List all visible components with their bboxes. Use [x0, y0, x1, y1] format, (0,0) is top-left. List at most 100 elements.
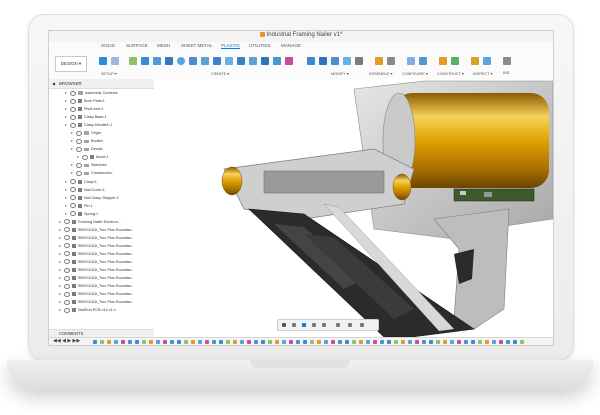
rib-icon[interactable] [201, 57, 209, 65]
timeline-feature-icon[interactable] [163, 340, 167, 344]
timeline-feature-icon[interactable] [247, 340, 251, 344]
timeline-feature-icon[interactable] [310, 340, 314, 344]
visibility-eye-icon[interactable] [64, 283, 70, 289]
web-icon[interactable] [213, 57, 221, 65]
joint-icon[interactable] [387, 57, 395, 65]
fillet-icon[interactable] [319, 57, 327, 65]
grid-settings-icon[interactable] [348, 323, 352, 327]
browser-tree-row[interactable]: ▸ Bodies [49, 137, 154, 145]
timeline-feature-icon[interactable] [513, 340, 517, 344]
browser-tree-row[interactable]: ▸ Construction [49, 169, 154, 177]
browser-tree-row[interactable]: ▸ Nail Clasp Stopper:1 [49, 194, 154, 202]
lip-groove-icon[interactable] [237, 57, 245, 65]
timeline-feature-icon[interactable] [198, 340, 202, 344]
timeline-feature-icon[interactable] [226, 340, 230, 344]
timeline-feature-icon[interactable] [191, 340, 195, 344]
visibility-eye-icon[interactable] [64, 227, 70, 233]
timeline-feature-icon[interactable] [478, 340, 482, 344]
timeline-feature-icon[interactable] [499, 340, 503, 344]
collapse-icon[interactable]: ◀ [52, 79, 55, 88]
visibility-eye-icon[interactable] [70, 122, 76, 128]
design-workspace-button[interactable]: DESIGN ▾ [55, 56, 87, 72]
visibility-eye-icon[interactable] [70, 187, 76, 193]
tab-solid[interactable]: SOLID [101, 43, 115, 48]
form-icon[interactable] [285, 57, 293, 65]
visibility-eye-icon[interactable] [76, 146, 82, 152]
browser-tree-row[interactable]: ▸ Pin:1 [49, 202, 154, 210]
timeline-feature-icon[interactable] [338, 340, 342, 344]
timeline-feature-icon[interactable] [457, 340, 461, 344]
tab-manage[interactable]: MANAGE [281, 43, 301, 48]
new-component-icon[interactable] [375, 57, 383, 65]
timeline-feature-icon[interactable] [345, 340, 349, 344]
hole-icon[interactable] [261, 57, 269, 65]
construct-group-label[interactable]: CONSTRUCT ▾ [437, 71, 464, 76]
tab-utilities[interactable]: UTILITIES [249, 43, 270, 48]
browser-tree-row[interactable]: ▸ Pivot Arm:1 [49, 105, 154, 113]
timeline-feature-icon[interactable] [303, 340, 307, 344]
browser-header[interactable]: ◀ BROWSER [49, 79, 154, 89]
assemble-group-label[interactable]: ASSEMBLE ▾ [369, 71, 392, 76]
browser-tree-row[interactable]: ▸ Framing Nailer Electron... [49, 218, 154, 226]
visibility-eye-icon[interactable] [82, 154, 88, 160]
timeline-feature-icon[interactable] [282, 340, 286, 344]
timeline-feature-icon[interactable] [366, 340, 370, 344]
timeline-feature-icon[interactable] [254, 340, 258, 344]
timeline-feature-icon[interactable] [107, 340, 111, 344]
visibility-eye-icon[interactable] [64, 243, 70, 249]
timeline-feature-icon[interactable] [205, 340, 209, 344]
modify-group-label[interactable]: MODIFY ▾ [331, 71, 349, 76]
tab-sheet-metal[interactable]: SHEET METAL [181, 43, 212, 48]
thread-icon[interactable] [273, 57, 281, 65]
revolve-icon[interactable] [153, 57, 161, 65]
timeline-feature-icon[interactable] [394, 340, 398, 344]
browser-tree-row[interactable]: ▸ 95597A116_Torx Plus Roundво... [49, 290, 154, 298]
timeline-feature-icon[interactable] [429, 340, 433, 344]
timeline-feature-icon[interactable] [331, 340, 335, 344]
browser-tree-row[interactable]: ▸ Clasp:1 [49, 178, 154, 186]
browser-tree-row[interactable]: ▸ Bore Plate:1 [49, 97, 154, 105]
timeline-feature-icon[interactable] [464, 340, 468, 344]
timeline-feature-icon[interactable] [170, 340, 174, 344]
visibility-eye-icon[interactable] [70, 203, 76, 209]
snap-fit-icon[interactable] [225, 57, 233, 65]
timeline-feature-icon[interactable] [443, 340, 447, 344]
browser-tree-row[interactable]: ▸ Sketches [49, 161, 154, 169]
inspect-group-label[interactable]: INSPECT ▾ [473, 71, 492, 76]
timeline-feature-icon[interactable] [359, 340, 363, 344]
look-at-icon[interactable] [292, 323, 296, 327]
timeline-feature-icon[interactable] [401, 340, 405, 344]
visibility-eye-icon[interactable] [70, 211, 76, 217]
offset-plane-icon[interactable] [439, 57, 447, 65]
browser-tree-row[interactable]: ▸ Clasp Base:1 [49, 113, 154, 121]
browser-tree-row[interactable]: ▸ Spring:1 [49, 210, 154, 218]
setup-group-label[interactable]: SETUP ▾ [101, 71, 117, 76]
timeline-feature-icon[interactable] [492, 340, 496, 344]
timeline-feature-icon[interactable] [219, 340, 223, 344]
timeline-feature-icon[interactable] [275, 340, 279, 344]
timeline-feature-icon[interactable] [471, 340, 475, 344]
timeline-feature-icon[interactable] [114, 340, 118, 344]
visibility-eye-icon[interactable] [64, 259, 70, 265]
timeline-feature-icon[interactable] [240, 340, 244, 344]
browser-tree-row[interactable]: ▸ 95597A116_Torx Plus Roundво... [49, 226, 154, 234]
press-pull-icon[interactable] [307, 57, 315, 65]
timeline-feature-icon[interactable] [156, 340, 160, 344]
visibility-eye-icon[interactable] [64, 251, 70, 257]
timeline-feature-icon[interactable] [450, 340, 454, 344]
visibility-eye-icon[interactable] [70, 90, 76, 96]
extrude-icon[interactable] [141, 57, 149, 65]
timeline-feature-icon[interactable] [233, 340, 237, 344]
box-icon[interactable] [165, 57, 173, 65]
measure-icon[interactable] [471, 57, 479, 65]
visibility-eye-icon[interactable] [64, 275, 70, 281]
insert-icon[interactable] [503, 57, 511, 65]
comments-panel[interactable]: COMMENTS [49, 329, 154, 337]
boss-icon[interactable] [189, 57, 197, 65]
browser-tree-row[interactable]: ▸ 95597A116_Torx Plus Roundво... [49, 298, 154, 306]
tab-mesh[interactable]: MESH [157, 43, 170, 48]
browser-tree-row[interactable]: ▸ Accel:1 [49, 153, 154, 161]
combine-icon[interactable] [343, 57, 351, 65]
timeline-feature-icon[interactable] [93, 340, 97, 344]
fit-icon[interactable] [322, 323, 326, 327]
